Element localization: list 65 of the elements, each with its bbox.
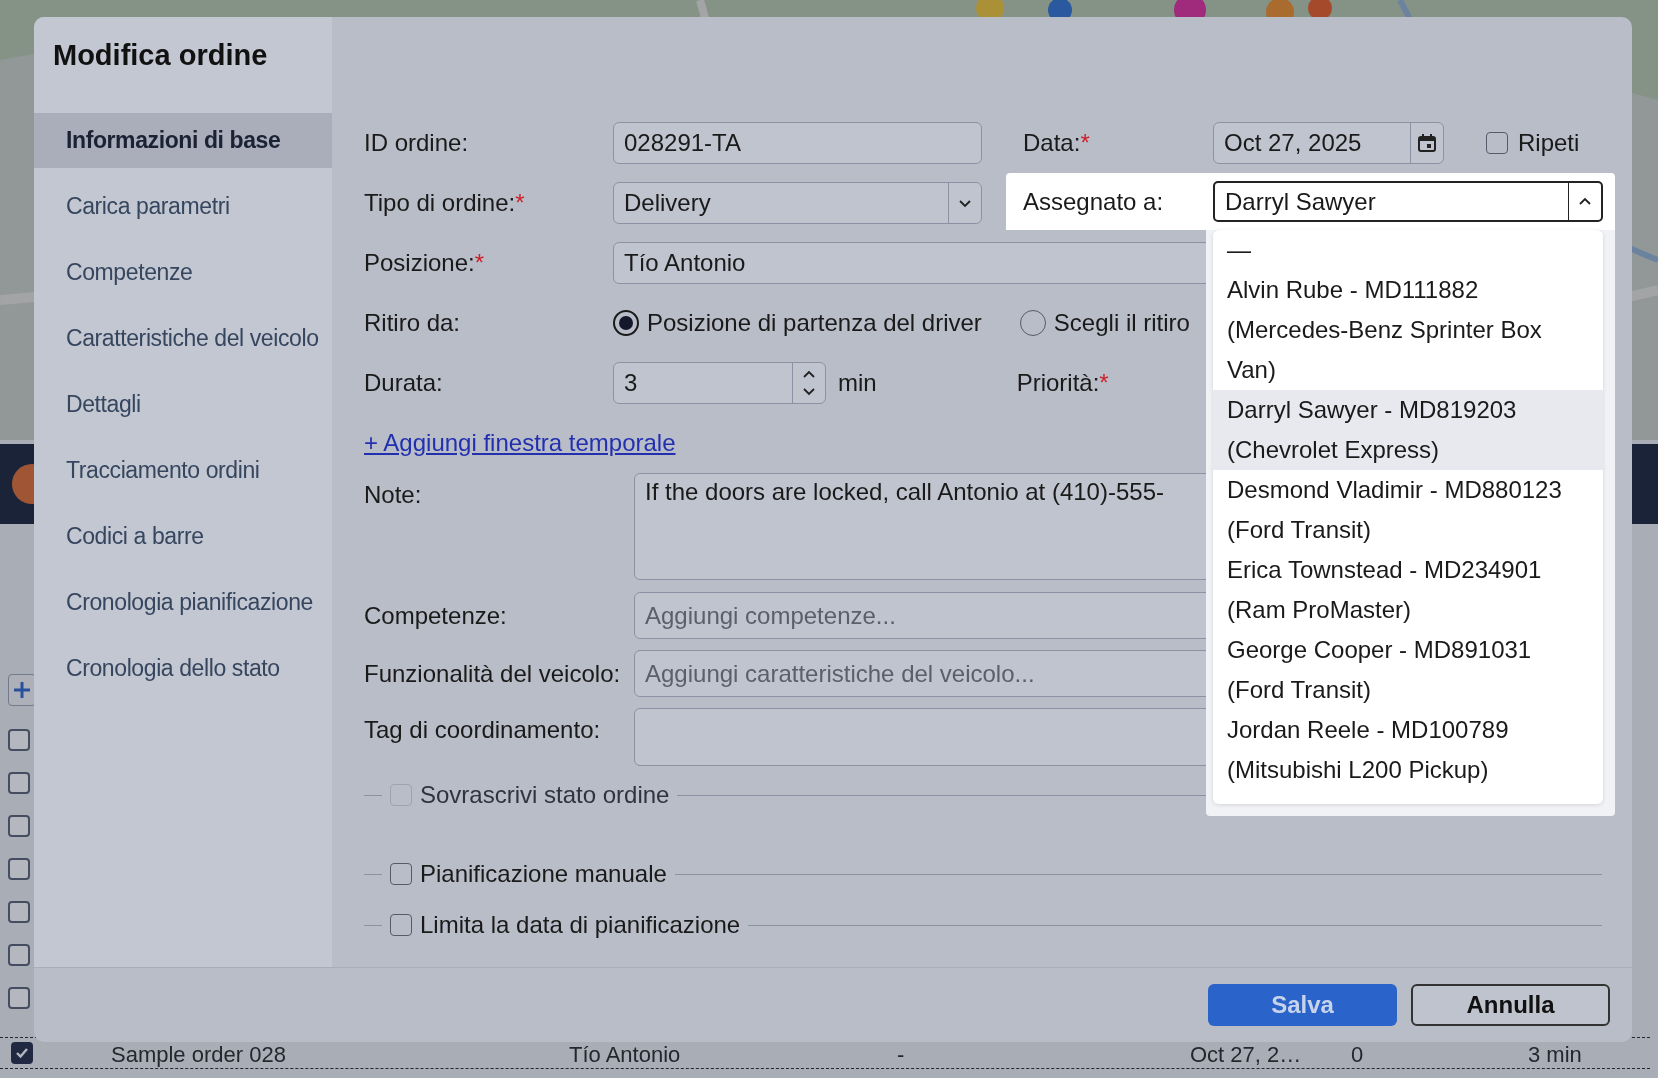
row-checkbox[interactable] bbox=[8, 986, 30, 1009]
sidebar-item[interactable]: Informazioni di base bbox=[34, 113, 332, 168]
row-checkbox[interactable] bbox=[8, 728, 30, 751]
checkbox[interactable] bbox=[390, 914, 412, 936]
field-label: Posizione: bbox=[364, 249, 475, 276]
table-cell: Tío Antonio bbox=[569, 1042, 681, 1068]
dropdown-option[interactable]: Jordan Reele - MD100789 (Mitsubishi L200 Pickup) bbox=[1213, 710, 1603, 790]
sidebar-item[interactable]: Dettagli bbox=[34, 377, 332, 432]
field-label: Priorità: bbox=[1016, 369, 1100, 396]
dropdown-option[interactable]: Darryl Sawyer - MD819203 (Chevrolet Express) bbox=[1213, 390, 1603, 470]
add-button[interactable] bbox=[8, 674, 36, 706]
cancel-button[interactable]: Annulla bbox=[1411, 984, 1610, 1026]
number-field[interactable]: 3 bbox=[613, 362, 826, 404]
field-label: Tipo di ordine: bbox=[364, 189, 516, 216]
row-checkbox[interactable] bbox=[8, 900, 30, 923]
field-label: Funzionalità del veicolo: bbox=[364, 659, 621, 687]
required-mark: * bbox=[515, 189, 525, 216]
table-cell: 0 bbox=[1351, 1042, 1364, 1068]
checkbox-label: Ripeti bbox=[1518, 129, 1580, 157]
row-checkbox[interactable] bbox=[8, 943, 30, 966]
date-field[interactable]: Oct 27, 2025 bbox=[1213, 122, 1444, 164]
sidebar-item[interactable]: Caratteristiche del veicolo bbox=[34, 311, 332, 366]
dialog-title: Modifica ordine bbox=[52, 38, 269, 73]
dropdown-option[interactable]: Desmond Vladimir - MD880123 (Ford Transit) bbox=[1213, 470, 1603, 550]
table-cell: - bbox=[897, 1042, 905, 1068]
add-time-window-link[interactable]: + Aggiungi finestra temporale bbox=[364, 429, 676, 457]
checkbox-label: Pianificazione manuale bbox=[420, 860, 667, 888]
field-label: Ritiro da: bbox=[364, 309, 461, 336]
text-field[interactable]: 028291-TA bbox=[613, 122, 982, 164]
radio-label: Posizione di partenza del driver bbox=[647, 309, 982, 337]
row-checkbox[interactable] bbox=[11, 1042, 33, 1064]
save-button[interactable]: Salva bbox=[1208, 984, 1397, 1026]
checkbox-label: Sovrascrivi stato ordine bbox=[420, 781, 670, 809]
select-field[interactable]: Darryl Sawyer bbox=[1213, 181, 1603, 222]
select-field[interactable]: Delivery bbox=[613, 182, 982, 224]
table-cell: 3 min bbox=[1528, 1042, 1582, 1068]
field-label: ID ordine: bbox=[364, 129, 469, 156]
field-label: Data: bbox=[1023, 129, 1081, 156]
required-mark: * bbox=[1080, 129, 1090, 156]
checkbox-label: Limita la data di pianificazione bbox=[420, 911, 741, 939]
field-label: Tag di coordinamento: bbox=[364, 716, 601, 743]
checkbox[interactable] bbox=[390, 863, 412, 885]
checkbox[interactable] bbox=[1486, 132, 1508, 154]
table-cell: Oct 27, 2… bbox=[1190, 1042, 1302, 1068]
required-mark: * bbox=[1099, 369, 1109, 396]
row-checkbox[interactable] bbox=[8, 771, 30, 794]
table-cell: Sample order 028 bbox=[111, 1042, 286, 1068]
field-label: Durata: bbox=[364, 369, 443, 396]
sidebar-item[interactable]: Codici a barre bbox=[34, 509, 332, 564]
plus-icon bbox=[12, 680, 32, 700]
unit-label: min bbox=[838, 369, 877, 397]
field-label: Competenze: bbox=[364, 601, 507, 629]
field-label: Assegnato a: bbox=[1023, 187, 1164, 215]
radio-button[interactable] bbox=[613, 310, 639, 336]
calendar-icon bbox=[1417, 133, 1437, 153]
sidebar-item[interactable]: Carica parametri bbox=[34, 179, 332, 234]
radio-label: Scegli il ritiro bbox=[1053, 309, 1190, 337]
sidebar-item[interactable]: Cronologia pianificazione bbox=[34, 575, 332, 630]
sidebar-item[interactable]: Tracciamento ordini bbox=[34, 443, 332, 498]
row-checkbox[interactable] bbox=[8, 814, 30, 837]
sidebar-item[interactable]: Competenze bbox=[34, 245, 332, 300]
sidebar-item[interactable]: Cronologia dello stato bbox=[34, 641, 332, 696]
field-label: Note: bbox=[364, 481, 422, 508]
required-mark: * bbox=[474, 249, 485, 276]
row-checkbox[interactable] bbox=[8, 857, 30, 880]
